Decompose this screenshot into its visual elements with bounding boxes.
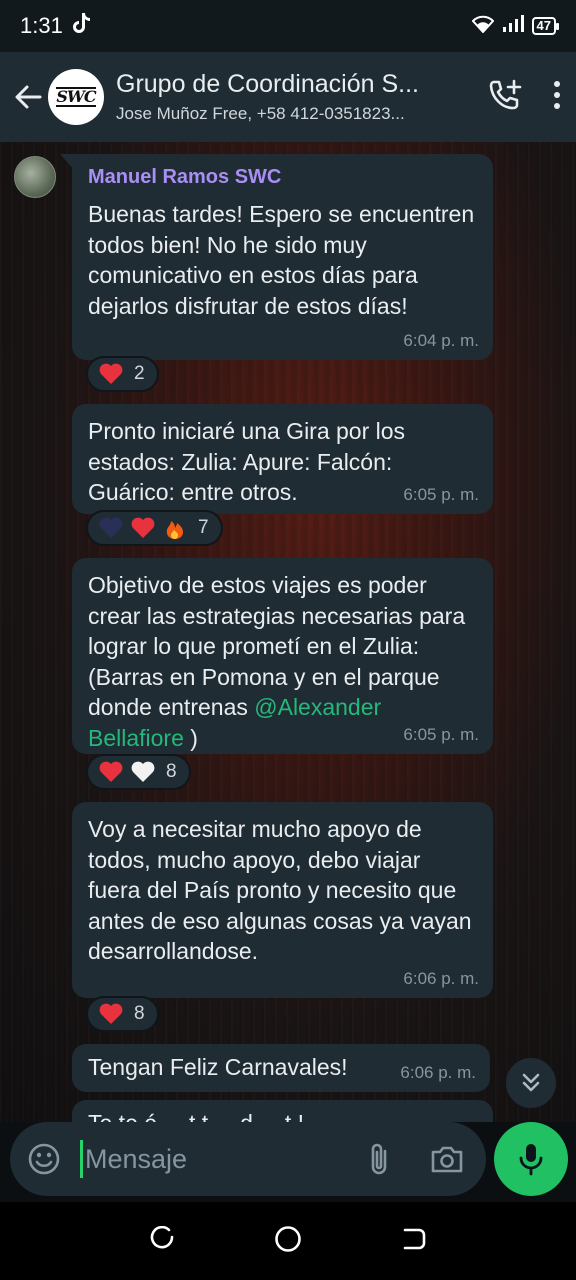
group-avatar-logo: SWC [56,87,97,107]
reaction-count: 2 [134,363,145,384]
message-bubble-partial[interactable]: Te te é ... t t ... d ... t ! [72,1100,493,1122]
reaction-count: 8 [134,1003,145,1024]
text-cursor [80,1140,83,1178]
message-bubble[interactable]: Voy a necesitar mucho apoyo de todos, mu… [72,802,493,998]
sender-avatar[interactable] [14,156,56,198]
chat-title: Grupo de Coordinación S... [116,70,419,98]
message-text: Voy a necesitar mucho apoyo de todos, mu… [88,816,472,964]
message-input[interactable] [85,1143,345,1175]
attach-button[interactable] [361,1139,397,1179]
signal-icon [502,13,524,39]
battery-icon: 47 [531,17,560,35]
message-composer [0,1122,576,1202]
emoji-button[interactable] [26,1141,62,1177]
chat-title-block[interactable]: Grupo de Coordinación S... Jose Muñoz Fr… [116,70,438,124]
message-input-pill[interactable] [10,1122,486,1196]
reaction-count: 8 [166,761,177,782]
home-icon [275,1225,301,1252]
message-bubble[interactable]: Objetivo de estos viajes es poder crear … [72,558,493,754]
reactions-pill[interactable]: 8 [86,754,191,790]
wifi-icon [471,13,494,39]
back-nav-button[interactable] [401,1226,427,1257]
message-time: 6:05 p. m. [403,725,479,744]
recents-button[interactable] [149,1225,175,1257]
red-heart-icon [131,517,155,538]
status-time: 1:31 [20,13,63,38]
red-heart-icon [99,761,123,782]
status-bar: 1:31 47 [0,0,576,52]
back-button[interactable] [4,67,52,127]
camera-icon [431,1146,463,1173]
scroll-to-bottom-button[interactable] [506,1058,556,1108]
reaction-count: 7 [198,517,209,538]
group-avatar[interactable]: SWC [48,69,104,125]
recents-icon [151,1225,174,1248]
reactions-pill[interactable]: 2 [86,356,159,392]
message-time: 6:06 p. m. [403,969,479,988]
red-heart-icon [99,363,123,384]
message-bubble[interactable]: Tengan Feliz Carnavales! 6:06 p. m. [72,1044,490,1092]
more-options-button[interactable] [552,80,562,115]
message-time: 6:04 p. m. [403,331,479,350]
red-heart-icon [99,1003,123,1024]
arrow-back-icon [15,85,42,109]
message-time: 6:05 p. m. [403,485,479,504]
microphone-icon [519,1144,543,1176]
double-chevron-down-icon [522,1073,540,1092]
message-bubble[interactable]: Pronto iniciaré una Gira por los estados… [72,404,493,514]
message-text-part: ) [183,724,198,751]
sender-name[interactable]: Manuel Ramos SWC [88,166,477,189]
camera-button[interactable] [427,1139,467,1179]
navy-heart-icon [99,517,123,538]
add-call-button[interactable] [488,78,522,117]
phone-add-icon [489,79,522,109]
message-bubble[interactable]: Manuel Ramos SWC Buenas tardes! Espero s… [60,154,493,360]
message-time: 6:06 p. m. [400,1063,476,1082]
reactions-pill[interactable]: 8 [86,996,159,1032]
message-text: Te te é ... t t ... d ... t ! [88,1108,477,1122]
voice-message-button[interactable] [494,1122,568,1196]
white-heart-icon [131,761,155,782]
more-vert-icon [554,80,560,109]
chat-participants: Jose Muñoz Free, +58 412-0351823... [116,104,405,123]
fire-icon [166,521,183,539]
home-button[interactable] [274,1225,302,1258]
reactions-pill[interactable]: 7 [86,510,223,546]
system-nav-bar [0,1202,576,1280]
paperclip-icon [371,1143,387,1175]
emoji-icon [28,1143,60,1175]
chat-messages-area[interactable]: Manuel Ramos SWC Buenas tardes! Espero s… [0,142,576,1122]
chat-header: SWC Grupo de Coordinación S... Jose Muño… [0,52,576,142]
tiktok-icon [71,12,91,40]
message-text: Buenas tardes! Espero se encuentren todo… [88,201,475,319]
back-nav-icon [403,1228,425,1249]
